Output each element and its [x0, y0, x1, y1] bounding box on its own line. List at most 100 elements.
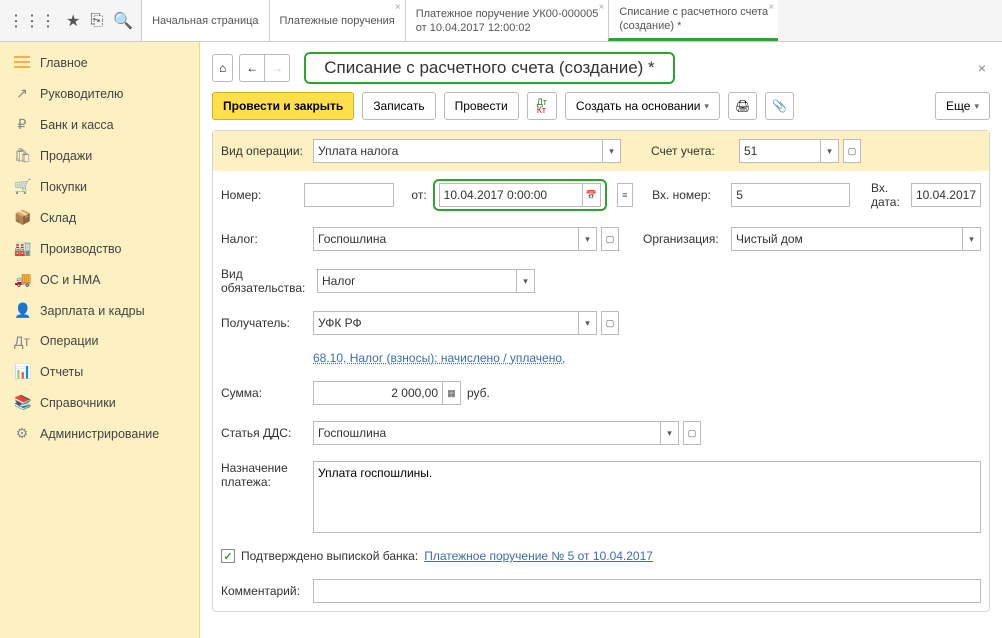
sidebar-item[interactable]: 📦 Склад: [0, 202, 199, 233]
dds-dropdown-icon[interactable]: ▾: [661, 421, 679, 445]
account-field[interactable]: 51: [739, 139, 821, 163]
tabs-host: Начальная страницаПлатежные поручения×Пл…: [141, 0, 1002, 41]
tab[interactable]: Списание с расчетного счета(создание) *×: [608, 0, 778, 41]
🛍-icon: 🛍: [14, 147, 30, 164]
save-button[interactable]: Записать: [362, 92, 435, 120]
tax-label: Налог:: [221, 232, 307, 246]
purpose-label: Назначение платежа:: [221, 461, 307, 489]
forward-button[interactable]: →: [265, 54, 290, 82]
sidebar-item-label: Операции: [40, 334, 98, 348]
star-icon[interactable]: ★: [66, 11, 80, 31]
org-field[interactable]: Чистый дом: [731, 227, 963, 251]
recipient-label: Получатель:: [221, 316, 307, 330]
confirmed-label: Подтверждено выпиской банка:: [241, 549, 418, 563]
sidebar-item-label: Администрирование: [40, 427, 159, 441]
attach-button[interactable]: 📎: [765, 92, 794, 120]
sidebar-item[interactable]: ↗Руководителю: [0, 78, 199, 109]
tab[interactable]: Платежные поручения×: [269, 0, 405, 41]
sidebar-item[interactable]: 📊Отчеты: [0, 356, 199, 387]
⚙-icon: ⚙: [14, 425, 30, 442]
account-dropdown-icon[interactable]: ▾: [821, 139, 839, 163]
₽-icon: ₽: [14, 116, 30, 133]
dds-label: Статья ДДС:: [221, 426, 307, 440]
sidebar-item[interactable]: 🚚ОС и НМА: [0, 264, 199, 295]
sidebar-item[interactable]: 🏭Производство: [0, 233, 199, 264]
account-open-icon[interactable]: ▢: [843, 139, 861, 163]
bank-statement-link[interactable]: Платежное поручение № 5 от 10.04.2017: [424, 549, 653, 563]
ot-label: от:: [411, 188, 426, 202]
print-button[interactable]: 🖨: [728, 92, 757, 120]
close-page-icon[interactable]: ×: [974, 60, 990, 76]
post-and-close-button[interactable]: Провести и закрыть: [212, 92, 354, 120]
history-icon[interactable]: ⎘: [90, 12, 103, 30]
sidebar-item-label: Производство: [40, 242, 122, 256]
page-title: Списание с расчетного счета (создание) *: [304, 52, 674, 84]
top-bar: ⋮⋮⋮ ★ ⎘ 🔍 Начальная страницаПлатежные по…: [0, 0, 1002, 42]
sidebar-item[interactable]: 📚 Справочники: [0, 387, 199, 418]
dds-open-icon[interactable]: ▢: [683, 421, 701, 445]
sidebar-item[interactable]: Главное: [0, 48, 199, 78]
sidebar-item-label: ОС и НМА: [40, 273, 100, 287]
op-type-label: Вид операции:: [221, 144, 307, 158]
sidebar-item-label: Главное: [40, 56, 88, 70]
home-button[interactable]: ⌂: [212, 54, 233, 82]
number-field[interactable]: [304, 183, 394, 207]
toolbar: Провести и закрыть Записать Провести ДтК…: [212, 92, 990, 120]
🛒-icon: 🛒: [14, 178, 30, 195]
sidebar-item-label: Руководителю: [40, 87, 123, 101]
sidebar-item-label: Справочники: [40, 396, 116, 410]
liability-field[interactable]: Налог: [317, 269, 517, 293]
recipient-dropdown-icon[interactable]: ▾: [579, 311, 597, 335]
tab-label: Платежное поручение УК00-000005: [416, 7, 599, 21]
📚-icon: 📚: [14, 394, 30, 411]
op-type-field[interactable]: Уплата налога: [313, 139, 603, 163]
inc-num-field[interactable]: 5: [731, 183, 850, 207]
close-icon[interactable]: ×: [395, 2, 401, 13]
date-field[interactable]: 10.04.2017 0:00:00: [439, 183, 583, 207]
sidebar-item-label: Склад: [40, 211, 76, 225]
sidebar-item-label: Покупки: [40, 180, 87, 194]
tab[interactable]: Платежное поручение УК00-000005от 10.04.…: [405, 0, 609, 41]
liability-dropdown-icon[interactable]: ▾: [517, 269, 535, 293]
sidebar-item[interactable]: 🛍Продажи: [0, 140, 199, 171]
📦-icon: 📦: [14, 209, 30, 226]
sidebar-item[interactable]: 👤Зарплата и кадры: [0, 295, 199, 326]
sidebar-item[interactable]: 🛒 Покупки: [0, 171, 199, 202]
recipient-field[interactable]: УФК РФ: [313, 311, 579, 335]
apps-icon[interactable]: ⋮⋮⋮: [8, 11, 56, 31]
search-icon[interactable]: 🔍: [113, 11, 133, 31]
confirmed-checkbox[interactable]: ✓: [221, 549, 235, 563]
comment-field[interactable]: [313, 579, 981, 603]
tab[interactable]: Начальная страница: [141, 0, 268, 41]
post-button[interactable]: Провести: [444, 92, 519, 120]
dds-field[interactable]: Госпошлина: [313, 421, 661, 445]
sidebar-item-label: Зарплата и кадры: [40, 304, 145, 318]
close-icon[interactable]: ×: [599, 2, 605, 13]
back-button[interactable]: ←: [239, 54, 265, 82]
sidebar-item[interactable]: ДтОперации: [0, 326, 199, 356]
top-icons: ⋮⋮⋮ ★ ⎘ 🔍: [0, 0, 141, 41]
more-button[interactable]: Еще: [935, 92, 990, 120]
date-list-icon[interactable]: ≡: [617, 183, 633, 207]
sidebar-item[interactable]: ₽Банк и касса: [0, 109, 199, 140]
purpose-field[interactable]: [313, 461, 981, 533]
create-based-on-button[interactable]: Создать на основании: [565, 92, 720, 120]
inc-date-field[interactable]: 10.04.2017: [911, 183, 981, 207]
tax-open-icon[interactable]: ▢: [601, 227, 619, 251]
date-calendar-icon[interactable]: 📅: [583, 183, 601, 207]
recipient-open-icon[interactable]: ▢: [601, 311, 619, 335]
dtkt-button[interactable]: ДтКт: [527, 92, 557, 120]
tax-dropdown-icon[interactable]: ▾: [579, 227, 597, 251]
op-type-dropdown-icon[interactable]: ▾: [603, 139, 621, 163]
burger-icon: [14, 55, 30, 71]
sidebar-item[interactable]: ⚙ Администрирование: [0, 418, 199, 449]
sum-field[interactable]: 2 000,00: [313, 381, 443, 405]
org-dropdown-icon[interactable]: ▾: [963, 227, 981, 251]
sidebar: Главное ↗Руководителю₽Банк и касса🛍Продаж…: [0, 42, 200, 638]
tax-account-link[interactable]: 68.10, Налог (взносы): начислено / уплач…: [313, 351, 565, 365]
sum-calc-icon[interactable]: ▦: [443, 381, 461, 405]
sidebar-item-label: Отчеты: [40, 365, 83, 379]
tax-field[interactable]: Госпошлина: [313, 227, 579, 251]
tab-label: Списание с расчетного счета: [619, 5, 768, 19]
close-icon[interactable]: ×: [768, 2, 774, 13]
